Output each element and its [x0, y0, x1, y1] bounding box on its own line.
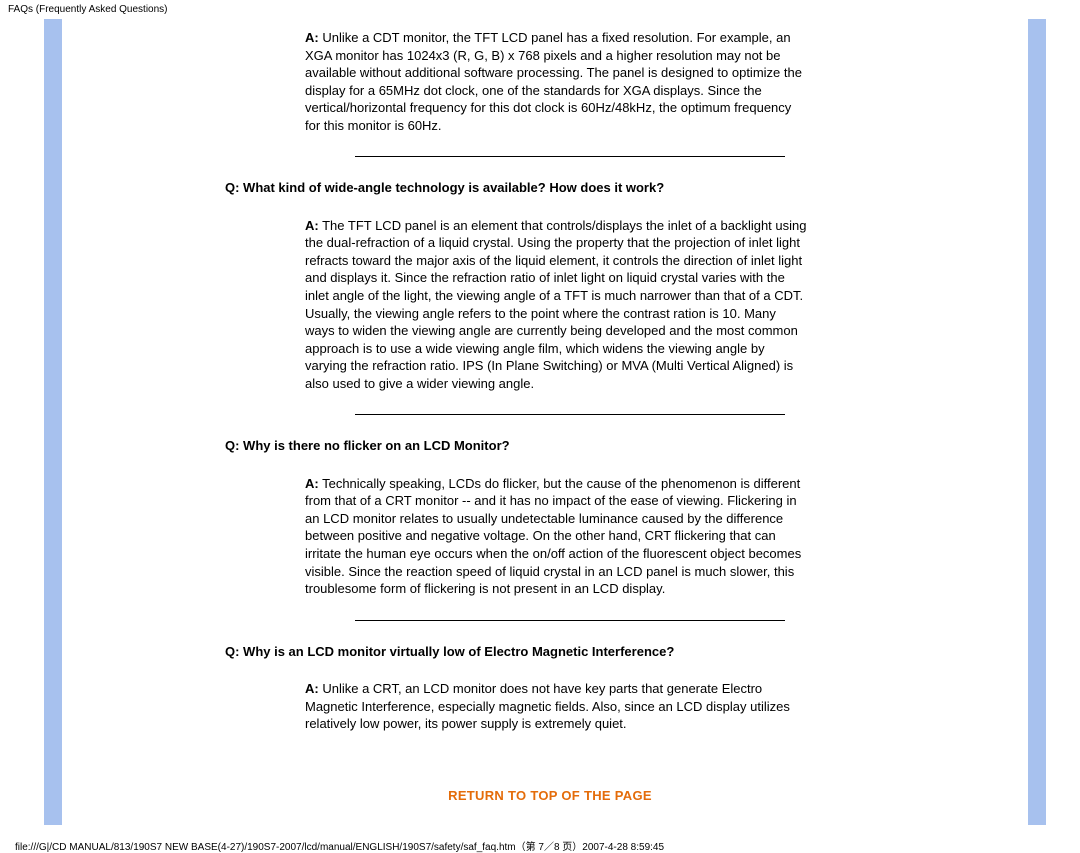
right-stripe [1028, 19, 1046, 825]
footer-path: file:///G|/CD MANUAL/813/190S7 NEW BASE(… [15, 838, 664, 853]
faq4-answer: A: Unlike a CRT, an LCD monitor does not… [305, 680, 809, 733]
faq2-a-text: The TFT LCD panel is an element that con… [305, 218, 807, 391]
faq3-a-text: Technically speaking, LCDs do flicker, b… [305, 476, 801, 596]
faq3-a-label: A: [305, 476, 319, 491]
faq2-question: Q: What kind of wide-angle technology is… [225, 179, 815, 197]
faq3-answer: A: Technically speaking, LCDs do flicker… [305, 475, 809, 598]
faq4-a-text: Unlike a CRT, an LCD monitor does not ha… [305, 681, 790, 731]
separator [355, 156, 785, 157]
header-title: FAQs (Frequently Asked Questions) [0, 0, 1080, 19]
separator [355, 620, 785, 621]
faq4-a-label: A: [305, 681, 319, 696]
faq2-a-label: A: [305, 218, 319, 233]
left-stripe [44, 19, 62, 825]
faq2-answer: A: The TFT LCD panel is an element that … [305, 217, 809, 392]
faq1-answer: A: Unlike a CDT monitor, the TFT LCD pan… [305, 29, 809, 134]
return-to-top-link[interactable]: RETURN TO TOP OF THE PAGE [225, 788, 815, 803]
faq1-a-text: Unlike a CDT monitor, the TFT LCD panel … [305, 30, 802, 133]
faq3-question: Q: Why is there no flicker on an LCD Mon… [225, 437, 815, 455]
separator [355, 414, 785, 415]
faq4-question: Q: Why is an LCD monitor virtually low o… [225, 643, 815, 661]
faq1-a-label: A: [305, 30, 319, 45]
faq-content: A: Unlike a CDT monitor, the TFT LCD pan… [225, 19, 815, 803]
